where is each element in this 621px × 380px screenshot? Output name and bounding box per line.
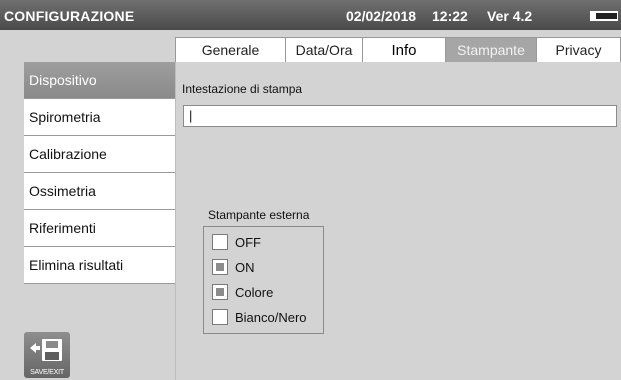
sidebar-item-elimina-risultati[interactable]: Elimina risultati [24,247,175,284]
tab-privacy[interactable]: Privacy [537,37,621,62]
save-exit-button[interactable]: SAVE/EXIT [24,332,70,378]
save-exit-icon [30,339,62,361]
save-exit-label: SAVE/EXIT [30,369,64,376]
print-header-label: Intestazione di stampa [182,82,303,96]
tab-bar: Generale Data/Ora Info Stampante Privacy [175,37,621,62]
option-off-label: OFF [235,234,261,250]
date-display: 02/02/2018 [346,8,417,24]
tab-stampante[interactable]: Stampante [446,37,537,62]
title-bar: CONFIGURAZIONE 02/02/2018 12:22 Ver 4.2 [0,0,621,30]
option-bianco-nero-label: Bianco/Nero [235,309,307,325]
sidebar-item-spirometria[interactable]: Spirometria [24,99,175,136]
tab-data-ora[interactable]: Data/Ora [286,37,363,62]
sidebar-item-riferimenti[interactable]: Riferimenti [24,210,175,247]
option-on-label: ON [235,259,255,275]
option-bianco-nero[interactable]: Bianco/Nero [212,308,307,326]
option-off[interactable]: OFF [212,233,261,251]
sidebar: Dispositivo Spirometria Calibrazione Oss… [24,62,175,284]
option-colore[interactable]: Colore [212,283,273,301]
option-colore-label: Colore [235,284,274,300]
checkbox-colore[interactable] [212,284,228,300]
printer-settings-panel: Intestazione di stampa | Stampante ester… [175,62,621,380]
tab-info[interactable]: Info [363,37,446,62]
tab-generale[interactable]: Generale [175,37,286,62]
checkbox-on[interactable] [212,259,228,275]
checkbox-off[interactable] [212,234,228,250]
time-display: 12:22 [432,8,468,24]
sidebar-item-dispositivo[interactable]: Dispositivo [24,62,175,99]
external-printer-group: OFF ON Colore Bianco/Nero [203,226,324,334]
app-title: CONFIGURAZIONE [4,8,135,24]
sidebar-item-calibrazione[interactable]: Calibrazione [24,136,175,173]
option-on[interactable]: ON [212,258,255,276]
version-display: Ver 4.2 [487,8,533,24]
sidebar-item-ossimetria[interactable]: Ossimetria [24,173,175,210]
external-printer-label: Stampante esterna [208,208,310,222]
battery-icon [590,11,618,21]
checkbox-bianco-nero[interactable] [212,309,228,325]
print-header-input[interactable]: | [183,105,617,127]
